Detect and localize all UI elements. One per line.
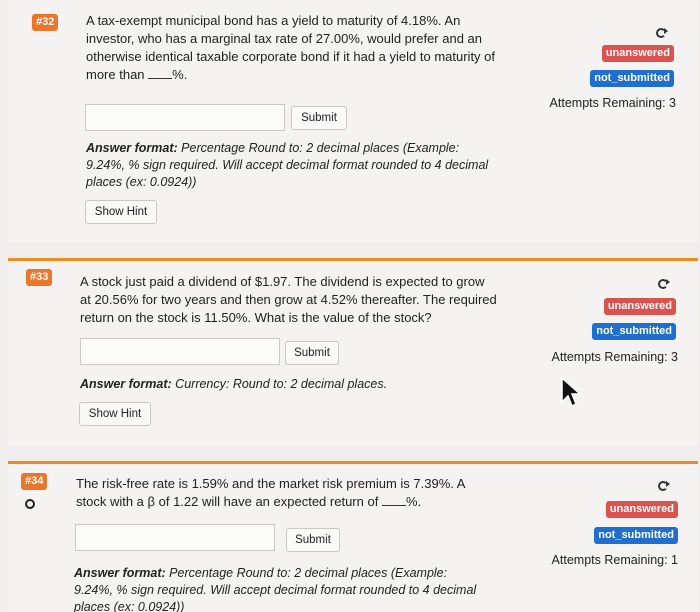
question-number: #34 [21, 473, 48, 490]
submit-button[interactable]: Submit [285, 341, 339, 365]
attempts-remaining: Attempts Remaining: 1 [551, 553, 678, 567]
circle-icon [25, 499, 35, 509]
answer-format: Answer format: Currency: Round to: 2 dec… [80, 377, 388, 391]
refresh-icon[interactable] [658, 279, 670, 289]
answer-input[interactable] [80, 338, 280, 365]
answer-input[interactable] [85, 104, 285, 131]
answer-input[interactable] [75, 524, 275, 551]
show-hint-button[interactable]: Show Hint [79, 402, 151, 426]
question-card-33: #33 A stock just paid a dividend of $1.9… [8, 258, 698, 446]
question-text: A tax-exempt municipal bond has a yield … [86, 13, 496, 82]
question-card-34: #34 The risk-free rate is 1.59% and the … [8, 461, 698, 612]
answer-blank [148, 67, 173, 79]
status-badge-unanswered: unanswered [603, 298, 676, 315]
question-number: #32 [32, 14, 59, 31]
attempts-remaining: Attempts Remaining: 3 [549, 96, 676, 110]
show-hint-button[interactable]: Show Hint [85, 200, 157, 224]
question-number: #33 [26, 269, 53, 286]
refresh-icon[interactable] [658, 481, 670, 491]
status-badge-unanswered: unanswered [601, 45, 674, 62]
answer-format: Answer format: Percentage Round to: 2 de… [86, 141, 489, 189]
status-badge-not-submitted: not_submitted [594, 527, 678, 544]
refresh-icon[interactable] [656, 28, 668, 38]
status-badge-not-submitted: not_submitted [592, 323, 676, 340]
question-text: The risk-free rate is 1.59% and the mark… [76, 476, 466, 509]
status-badge-unanswered: unanswered [605, 501, 678, 518]
answer-format: Answer format: Percentage Round to: 2 de… [74, 566, 477, 612]
attempts-remaining: Attempts Remaining: 3 [551, 350, 678, 364]
question-card-32: #32 A tax-exempt municipal bond has a yi… [8, 0, 698, 242]
submit-button[interactable]: Submit [286, 528, 340, 552]
mouse-cursor-icon [561, 376, 582, 408]
submit-button[interactable]: Submit [291, 106, 347, 130]
status-badge-not-submitted: not_submitted [590, 70, 674, 87]
question-text: A stock just paid a dividend of $1.97. T… [80, 274, 497, 325]
answer-blank [381, 494, 406, 506]
